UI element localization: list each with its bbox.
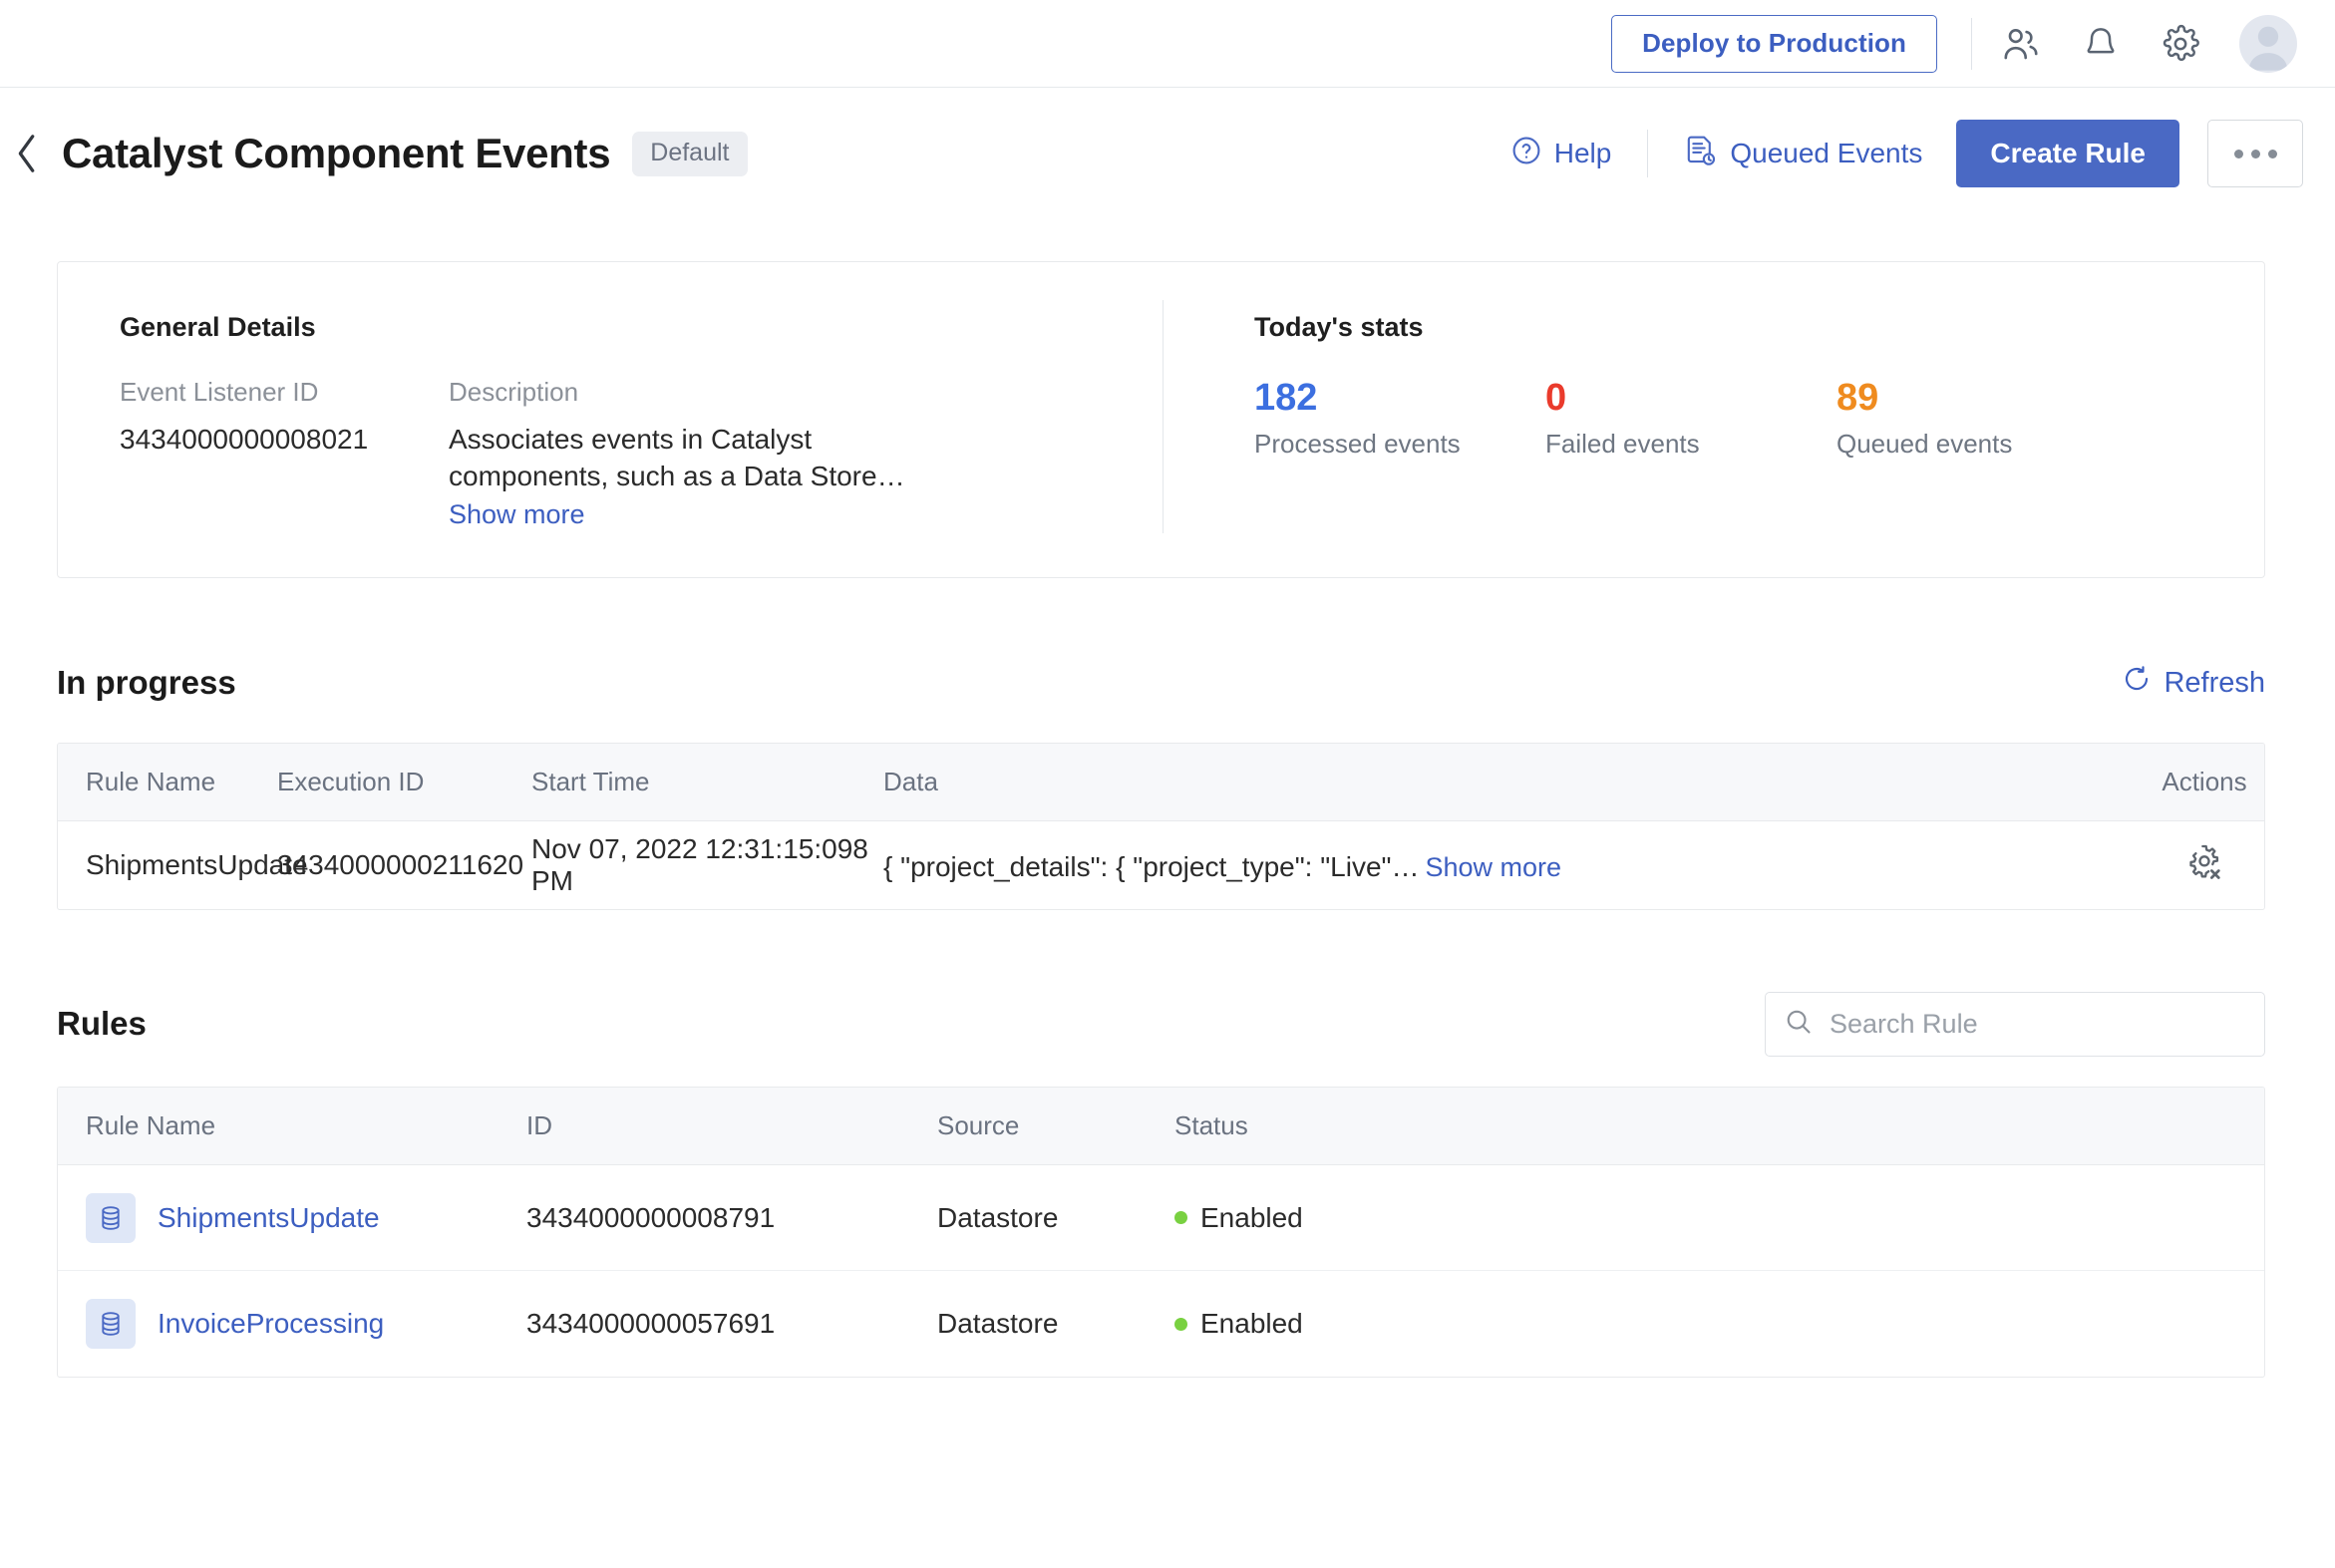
page-title: Catalyst Component Events (62, 130, 611, 176)
bell-icon[interactable] (2080, 23, 2122, 65)
dot-1 (2233, 149, 2243, 158)
column-execution-id: Execution ID (277, 767, 425, 796)
queued-events-icon (1684, 134, 1718, 174)
cell-rule-name: InvoiceProcessing (58, 1299, 526, 1349)
cell-source: Datastore (937, 1308, 1059, 1339)
column-source: Source (937, 1110, 1020, 1140)
cell-execution-id: 3434000000211620 (277, 849, 524, 880)
search-input[interactable] (1830, 1009, 2246, 1040)
in-progress-table-header: Rule Name Execution ID Start Time Data A… (58, 744, 2264, 821)
description-value: Associates events in Catalyst components… (449, 424, 905, 491)
stat-queued-events: 89 Queued events (1836, 377, 2128, 460)
page-header: Catalyst Component Events Default Help Q… (0, 88, 2335, 219)
datastore-icon (86, 1192, 136, 1243)
event-listener-id-value: 3434000000008021 (120, 424, 369, 455)
queued-events-value: 89 (1836, 377, 1879, 419)
card-vertical-divider (1163, 300, 1164, 533)
chevron-left-icon[interactable] (10, 130, 44, 177)
gear-icon[interactable] (2160, 23, 2201, 65)
help-label: Help (1553, 138, 1612, 168)
table-row: ShipmentsUpdate 3434000000211620 Nov 07,… (58, 821, 2264, 909)
cell-status: Enabled (1174, 1308, 2264, 1340)
gear-cancel-icon[interactable] (2184, 842, 2224, 882)
data-json-preview: { "project_details": { "project_type": "… (883, 850, 1420, 882)
general-details-section: General Details Event Listener ID 343400… (58, 262, 1163, 577)
column-rule-name: Rule Name (86, 1110, 216, 1140)
deploy-to-production-button[interactable]: Deploy to Production (1611, 14, 1937, 73)
search-rule-box[interactable] (1765, 992, 2265, 1057)
cell-actions (2145, 842, 2264, 889)
search-icon (1784, 1007, 1814, 1042)
rule-name-link[interactable]: InvoiceProcessing (158, 1308, 384, 1340)
help-icon (1510, 135, 1542, 173)
in-progress-title: In progress (57, 664, 236, 701)
cell-rule-id: 3434000000008791 (526, 1201, 776, 1233)
topbar-icon-group (2000, 14, 2297, 73)
table-row: InvoiceProcessing 3434000000057691 Datas… (58, 1271, 2264, 1377)
status-label: Enabled (1200, 1308, 1303, 1339)
rules-table: Rule Name ID Source Status ShipmentsUpda… (57, 1087, 2265, 1378)
event-listener-id-label: Event Listener ID (120, 377, 319, 407)
cell-start-time: Nov 07, 2022 12:31:15:098 PM (531, 833, 868, 896)
description-show-more-link[interactable]: Show more (449, 499, 585, 530)
more-options-button[interactable] (2207, 120, 2303, 187)
description-label: Description (449, 377, 579, 407)
failed-events-label: Failed events (1545, 428, 1700, 459)
processed-events-value: 182 (1254, 377, 1318, 419)
queued-events-label: Queued Events (1730, 138, 1923, 168)
field-description: Description Associates events in Catalys… (449, 377, 917, 530)
queued-events-link[interactable]: Queued Events (1684, 134, 1922, 174)
table-row: ShipmentsUpdate 3434000000008791 Datasto… (58, 1165, 2264, 1271)
cell-rule-name: ShipmentsUpdate (86, 849, 308, 880)
general-details-title: General Details (120, 312, 316, 342)
refresh-button[interactable]: Refresh (2122, 664, 2265, 702)
column-status: Status (1174, 1110, 1248, 1140)
dot-3 (2267, 149, 2277, 158)
status-badge: Default (632, 131, 748, 176)
processed-events-label: Processed events (1254, 428, 1461, 459)
status-dot-icon (1174, 1317, 1187, 1331)
in-progress-header: In progress Refresh (57, 661, 2265, 705)
cell-rule-id: 3434000000057691 (526, 1308, 776, 1339)
top-bar: Deploy to Production (0, 0, 2335, 88)
header-divider (1647, 130, 1649, 177)
column-id: ID (526, 1110, 552, 1140)
cell-rule-name: ShipmentsUpdate (58, 1192, 526, 1243)
datastore-icon (86, 1299, 136, 1349)
rules-table-header: Rule Name ID Source Status (58, 1088, 2264, 1165)
stat-processed-events: 182 Processed events (1254, 377, 1545, 460)
page-header-actions: Help Queued Events Create Rule (1510, 120, 2303, 187)
refresh-icon (2122, 664, 2152, 702)
status-dot-icon (1174, 1211, 1187, 1224)
rules-title: Rules (57, 1005, 147, 1042)
column-data: Data (883, 767, 938, 796)
data-show-more-link[interactable]: Show more (1425, 852, 1561, 883)
column-actions: Actions (2162, 767, 2247, 796)
todays-stats-title: Today's stats (1254, 312, 1424, 342)
refresh-label: Refresh (2164, 666, 2265, 699)
cell-source: Datastore (937, 1201, 1059, 1233)
in-progress-table: Rule Name Execution ID Start Time Data A… (57, 743, 2265, 910)
dot-2 (2250, 149, 2260, 158)
users-icon[interactable] (2000, 23, 2042, 65)
field-event-listener-id: Event Listener ID 3434000000008021 (120, 377, 449, 530)
avatar[interactable] (2239, 14, 2297, 73)
failed-events-value: 0 (1545, 377, 1567, 419)
queued-events-label: Queued events (1836, 428, 2013, 459)
create-rule-button[interactable]: Create Rule (1956, 120, 2179, 187)
rule-name-link[interactable]: ShipmentsUpdate (158, 1202, 380, 1234)
cell-status: Enabled (1174, 1202, 2264, 1234)
column-rule-name: Rule Name (86, 767, 216, 796)
general-details-card: General Details Event Listener ID 343400… (57, 261, 2265, 578)
help-link[interactable]: Help (1510, 135, 1612, 173)
stat-failed-events: 0 Failed events (1545, 377, 1836, 460)
todays-stats-section: Today's stats 182 Processed events 0 Fai… (1163, 262, 2264, 577)
cell-data: { "project_details": { "project_type": "… (883, 848, 2145, 883)
status-label: Enabled (1200, 1201, 1303, 1233)
topbar-divider (1971, 17, 1972, 70)
column-start-time: Start Time (531, 767, 650, 796)
